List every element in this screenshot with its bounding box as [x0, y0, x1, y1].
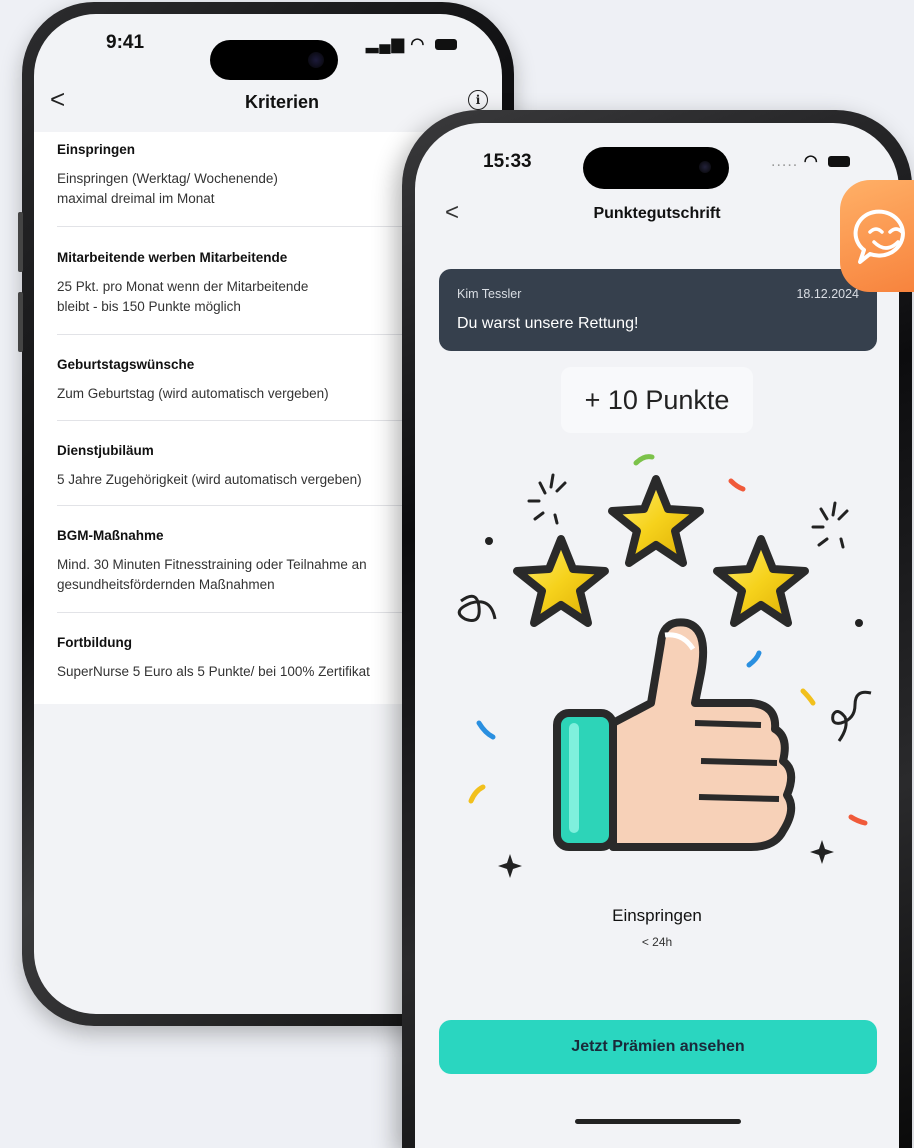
dynamic-island: [210, 40, 338, 80]
message-text: Du warst unsere Rettung!: [457, 315, 639, 332]
volume-down-button: [18, 292, 23, 352]
category-title: Einspringen: [612, 906, 702, 925]
battery-icon: [434, 39, 457, 51]
volume-up-button: [18, 212, 23, 272]
points-screen: 15:33 ..... ◠ < Punktegutschrift Kim Tes…: [415, 123, 899, 1148]
smiley-chat-icon: [853, 209, 905, 264]
category-subtitle: < 24h: [641, 935, 673, 949]
phone-front: 15:33 ..... ◠ < Punktegutschrift Kim Tes…: [402, 110, 912, 1148]
wifi-icon: ◠: [410, 36, 426, 53]
signal-dots: .....: [771, 153, 799, 170]
battery-icon: [828, 156, 851, 168]
home-indicator[interactable]: [575, 1119, 741, 1124]
star-icon: [513, 535, 609, 627]
view-rewards-button[interactable]: Jetzt Prämien ansehen: [439, 1020, 877, 1074]
star-icon: [713, 535, 809, 627]
swirl-icon: [831, 690, 872, 742]
dynamic-island: [583, 147, 729, 189]
wifi-icon: ◠: [803, 153, 819, 170]
status-icons: ..... ◠: [771, 151, 851, 171]
swirl-icon: [457, 594, 497, 622]
status-icons: ▂▄▆ ◠: [366, 34, 457, 54]
chat-launcher[interactable]: [840, 180, 914, 292]
info-icon[interactable]: i: [468, 90, 488, 110]
message-sender: Kim Tessler: [457, 287, 522, 301]
thumbs-up-stars-icon: [457, 454, 872, 878]
status-time: 9:41: [106, 32, 145, 53]
signal-icon: ▂▄▆: [366, 36, 405, 53]
page-title: Kriterien: [244, 92, 320, 112]
star-icon: [608, 475, 704, 567]
status-time: 15:33: [483, 151, 532, 172]
page-title: Punktegutschrift: [593, 205, 721, 222]
message-card: Kim Tessler 18.12.2024 Du warst unsere R…: [439, 269, 877, 351]
